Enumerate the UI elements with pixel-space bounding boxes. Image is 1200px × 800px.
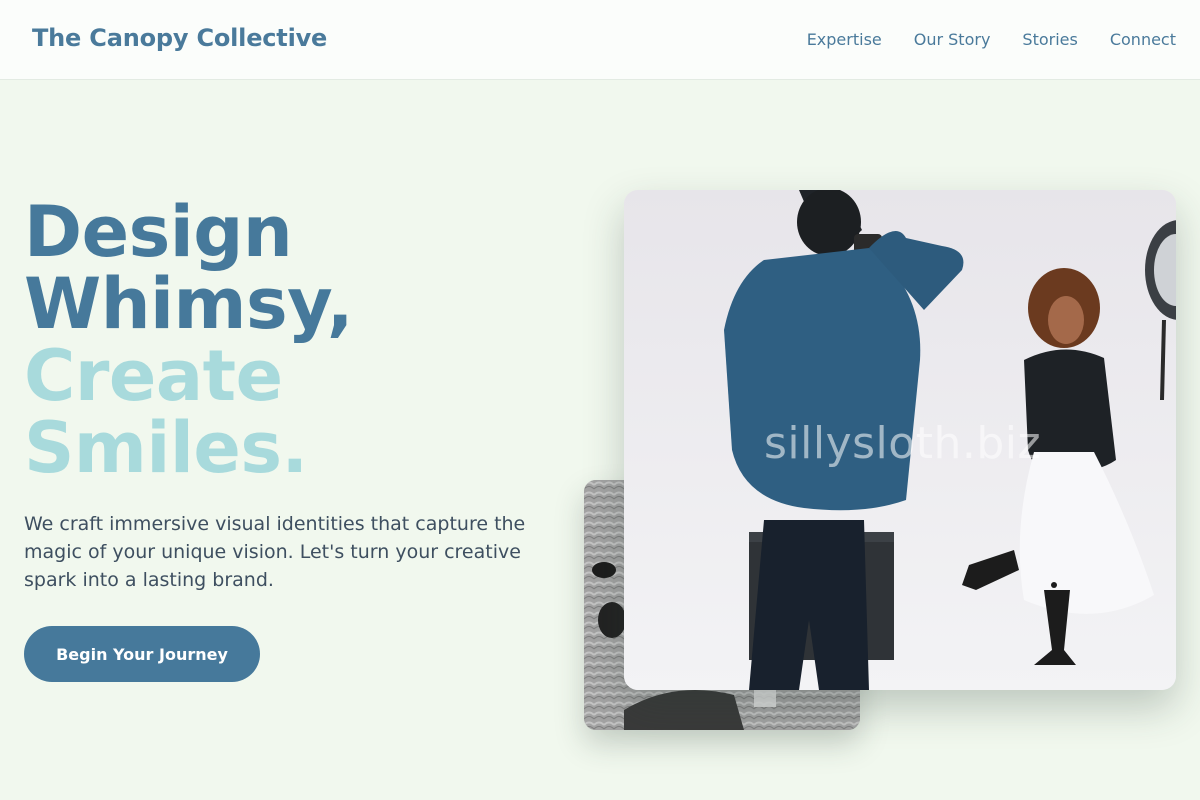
begin-journey-button[interactable]: Begin Your Journey: [24, 626, 260, 682]
hero-description: We craft immersive visual identities tha…: [24, 513, 526, 591]
main-nav: Expertise Our Story Stories Connect: [807, 30, 1176, 49]
brand-logo-text[interactable]: The Canopy Collective: [32, 24, 327, 52]
hero-heading: Design Whimsy, Create Smiles.: [24, 196, 353, 484]
nav-link-connect[interactable]: Connect: [1110, 30, 1176, 49]
main-hero-photo: sillysloth.biz: [624, 190, 1176, 690]
nav-link-expertise[interactable]: Expertise: [807, 30, 882, 49]
nav-link-stories[interactable]: Stories: [1022, 30, 1077, 49]
hero-heading-line-4: Smiles.: [24, 407, 308, 489]
hero-heading-line-1: Design: [24, 191, 293, 273]
nav-link-our-story[interactable]: Our Story: [914, 30, 991, 49]
hero-heading-line-3: Create: [24, 335, 283, 417]
photo-watermark: sillysloth.biz: [764, 418, 1042, 469]
hero-heading-line-2: Whimsy,: [24, 263, 353, 345]
top-navigation-bar: The Canopy Collective Expertise Our Stor…: [0, 0, 1200, 80]
